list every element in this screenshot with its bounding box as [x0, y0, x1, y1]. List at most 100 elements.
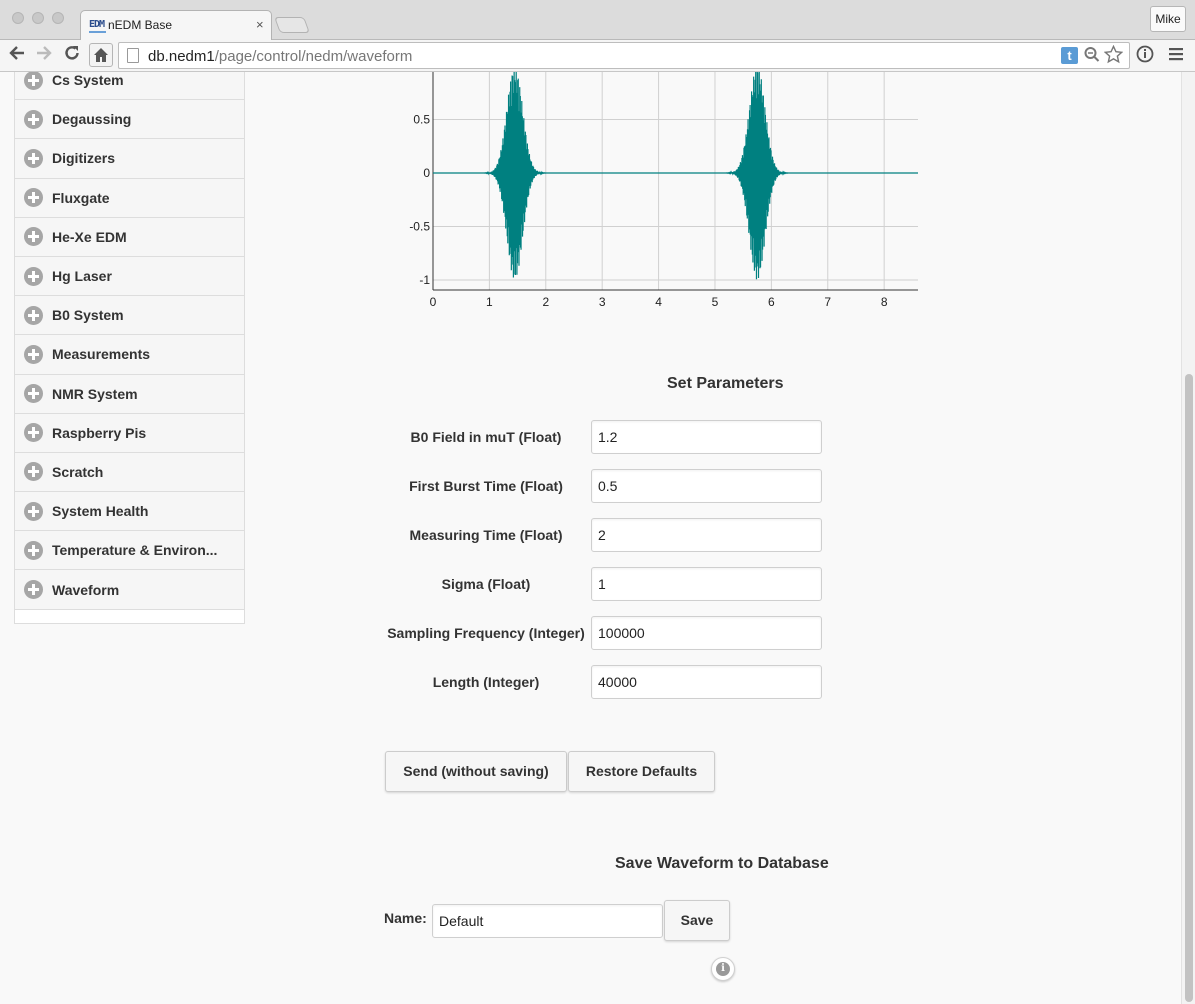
- browser-toolbar: db.nedm1/page/control/nedm/waveform t: [0, 40, 1195, 72]
- window-minimize-button[interactable]: [32, 12, 44, 24]
- param-input[interactable]: 2: [591, 518, 822, 552]
- plus-circle-icon[interactable]: [24, 540, 43, 560]
- x-tick-label: 4: [655, 295, 662, 309]
- plus-circle-icon[interactable]: [24, 344, 43, 364]
- y-tick-label: 0: [423, 166, 430, 180]
- sidebar-item-label: He-Xe EDM: [52, 228, 127, 245]
- plus-circle-icon[interactable]: [24, 462, 43, 482]
- param-label: Measuring Time (Float): [409, 527, 563, 543]
- page-scrollbar[interactable]: [1181, 72, 1195, 1004]
- y-tick-label: -0.5: [409, 220, 430, 234]
- save-button[interactable]: Save: [664, 900, 730, 941]
- plus-circle-icon[interactable]: [24, 580, 43, 600]
- sidebar-item-label: B0 System: [52, 307, 124, 324]
- sidebar-item[interactable]: System Health: [15, 492, 244, 532]
- param-label: Sampling Frequency (Integer): [387, 625, 585, 641]
- sidebar-item-label: Measurements: [52, 346, 151, 363]
- restore-defaults-button[interactable]: Restore Defaults: [568, 751, 715, 792]
- profile-button[interactable]: Mike: [1150, 6, 1186, 32]
- sidebar-item[interactable]: Measurements: [15, 335, 244, 375]
- name-label: Name:: [384, 910, 427, 926]
- favicon-icon: EDM: [89, 18, 106, 33]
- sidebar-item[interactable]: B0 System: [15, 296, 244, 336]
- bookmark-star-icon[interactable]: [1103, 44, 1124, 69]
- browser-tab-bar: EDM nEDM Base × Mike: [0, 0, 1195, 41]
- tab-title: nEDM Base: [108, 18, 173, 32]
- sidebar-item[interactable]: Scratch: [15, 452, 244, 493]
- sidebar-item-label: Raspberry Pis: [52, 424, 147, 441]
- save-waveform-heading: Save Waveform to Database: [615, 855, 829, 872]
- param-label: Length (Integer): [432, 674, 540, 690]
- sidebar-item-label: Digitizers: [52, 150, 116, 167]
- sidebar-item[interactable]: Digitizers: [15, 139, 244, 179]
- back-arrow-icon[interactable]: [6, 44, 28, 66]
- sidebar-item-label: Degaussing: [52, 111, 132, 128]
- plus-circle-icon[interactable]: [24, 188, 43, 208]
- sidebar-item[interactable]: NMR System: [15, 374, 244, 414]
- x-tick-label: 3: [599, 295, 606, 309]
- sidebar-item-label: System Health: [52, 503, 149, 520]
- sidebar-item-label: Hg Laser: [52, 268, 112, 285]
- sidebar-item-label: Temperature & Environ...: [52, 542, 218, 559]
- x-tick-label: 1: [486, 295, 493, 309]
- sidebar-item-label: Cs System: [52, 72, 124, 89]
- window-close-button[interactable]: [12, 12, 24, 24]
- plus-circle-icon[interactable]: [24, 305, 43, 325]
- param-input[interactable]: 1.2: [591, 420, 822, 454]
- x-tick-label: 8: [881, 295, 888, 309]
- tab-close-icon[interactable]: ×: [256, 17, 264, 32]
- menu-icon[interactable]: [1168, 45, 1184, 68]
- plus-circle-icon[interactable]: [24, 148, 43, 168]
- y-tick-label: -1: [419, 273, 430, 287]
- param-input[interactable]: 0.5: [591, 469, 822, 503]
- x-tick-label: 0: [430, 295, 437, 309]
- y-tick-label: 0.5: [413, 113, 430, 127]
- plus-circle-icon[interactable]: [24, 266, 43, 286]
- sidebar: Cs System Degaussing Digitizers Fluxgate He-…: [14, 72, 245, 624]
- param-label: Sigma (Float): [441, 576, 531, 592]
- extension-t-icon[interactable]: t: [1061, 47, 1078, 64]
- sidebar-item[interactable]: Waveform: [15, 570, 244, 610]
- address-bar[interactable]: db.nedm1/page/control/nedm/waveform t: [118, 42, 1130, 69]
- url-text: db.nedm1/page/control/nedm/waveform: [148, 48, 413, 65]
- sidebar-item[interactable]: Temperature & Environ...: [15, 531, 244, 571]
- forward-arrow-icon[interactable]: [33, 44, 55, 66]
- sidebar-item-label: Fluxgate: [52, 189, 110, 206]
- waveform-series-line: [433, 72, 918, 280]
- sidebar-item-label: Scratch: [52, 463, 104, 480]
- plus-circle-icon[interactable]: [24, 109, 43, 129]
- info-extension-icon[interactable]: [1136, 45, 1154, 68]
- param-label: B0 Field in muT (Float): [410, 429, 562, 445]
- sidebar-item[interactable]: Fluxgate: [15, 178, 244, 218]
- scrollbar-thumb[interactable]: [1185, 374, 1193, 1002]
- plus-circle-icon[interactable]: [24, 72, 43, 90]
- zoom-icon[interactable]: [1084, 45, 1100, 68]
- plus-circle-icon[interactable]: [24, 227, 43, 247]
- sidebar-item[interactable]: Degaussing: [15, 100, 244, 140]
- reload-icon[interactable]: [61, 44, 83, 66]
- param-input[interactable]: 1: [591, 567, 822, 601]
- page-icon: [127, 48, 139, 63]
- x-tick-label: 5: [712, 295, 719, 309]
- info-icon[interactable]: i: [711, 957, 735, 981]
- param-label: First Burst Time (Float): [409, 478, 563, 494]
- sidebar-item[interactable]: Raspberry Pis: [15, 413, 244, 453]
- home-button[interactable]: [89, 43, 113, 67]
- x-tick-label: 2: [542, 295, 549, 309]
- new-tab-button[interactable]: [274, 17, 310, 33]
- waveform-chart: 0 1 2 3 4 5 6 7 8 1 0.5 0 -0.5 -1: [409, 72, 918, 309]
- param-input[interactable]: 40000: [591, 665, 822, 699]
- browser-tab[interactable]: EDM nEDM Base ×: [80, 10, 272, 41]
- set-parameters-heading: Set Parameters: [667, 375, 784, 392]
- waveform-name-input[interactable]: Default: [432, 904, 663, 938]
- plus-circle-icon[interactable]: [24, 423, 43, 443]
- sidebar-item[interactable]: He-Xe EDM: [15, 217, 244, 257]
- plus-circle-icon[interactable]: [24, 501, 43, 521]
- window-zoom-button[interactable]: [52, 12, 64, 24]
- plus-circle-icon[interactable]: [24, 384, 43, 404]
- sidebar-item-label: NMR System: [52, 385, 138, 402]
- param-input[interactable]: 100000: [591, 616, 822, 650]
- sidebar-item[interactable]: Hg Laser: [15, 256, 244, 297]
- sidebar-item[interactable]: Cs System: [15, 72, 244, 101]
- send-without-saving-button[interactable]: Send (without saving): [385, 751, 567, 792]
